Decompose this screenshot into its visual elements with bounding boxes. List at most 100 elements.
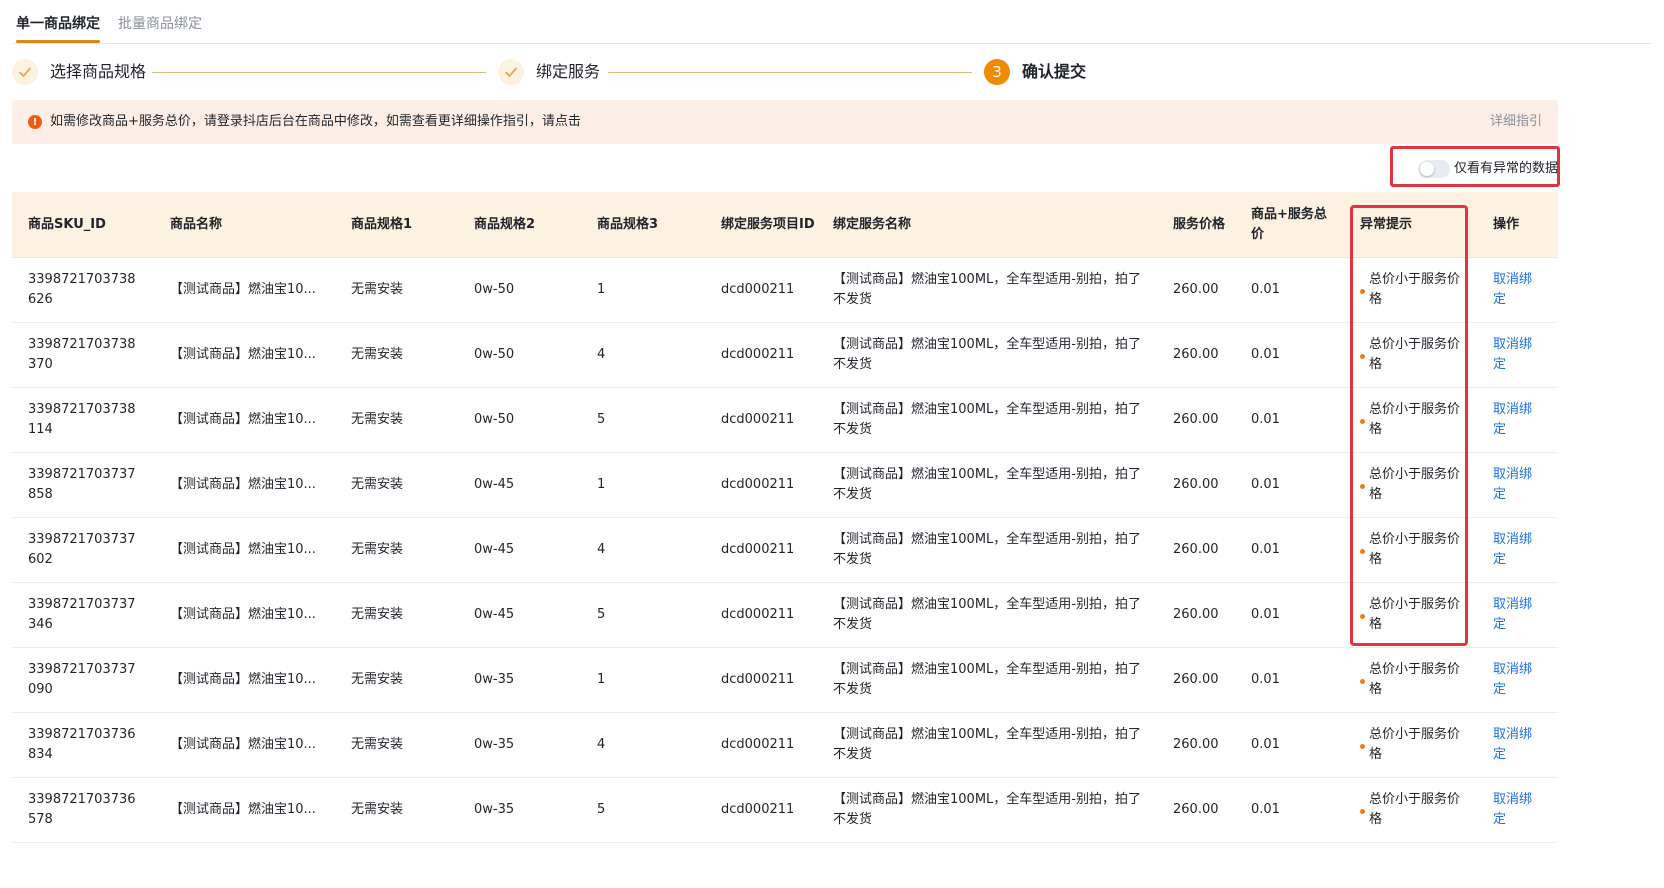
warning-dot-icon: [1360, 679, 1365, 684]
service-price-cell: 260.00: [1173, 607, 1219, 622]
spec3-cell: 5: [597, 412, 606, 427]
abnormal-only-toggle[interactable]: [1418, 160, 1450, 178]
warning-dot-icon: [1360, 744, 1365, 749]
tab-batch-product[interactable]: 批量商品绑定: [118, 15, 202, 33]
sku-cell: 3398721703737346: [28, 597, 136, 632]
warning-text: 总价小于服务价格: [1369, 532, 1461, 567]
warning-dot-icon: [1360, 809, 1365, 814]
abnormal-filter: 仅看有异常的数据: [1390, 146, 1560, 187]
warning-dot-icon: [1360, 289, 1365, 294]
table-row: 3398721703736578 【测试商品】燃油宝10... 无需安装 0w-35 5…: [12, 778, 1558, 843]
product-name-cell: 【测试商品】燃油宝10...: [170, 347, 316, 362]
unbind-link[interactable]: 取消绑定: [1493, 323, 1537, 387]
spec3-cell: 5: [597, 607, 606, 622]
unbind-link[interactable]: 取消绑定: [1493, 453, 1537, 517]
col-header-sku: 商品SKU_ID: [28, 217, 106, 232]
unbind-link[interactable]: 取消绑定: [1493, 583, 1537, 647]
service-price-cell: 260.00: [1173, 672, 1219, 687]
sku-cell: 3398721703738114: [28, 402, 136, 437]
step-3-number-badge: 3: [984, 59, 1010, 85]
col-header-spec1: 商品规格1: [351, 217, 413, 232]
warning-cell: 总价小于服务价格: [1360, 388, 1470, 452]
service-id-cell: dcd000211: [721, 737, 795, 752]
service-id-cell: dcd000211: [721, 477, 795, 492]
spec1-cell: 无需安装: [351, 607, 404, 622]
product-name-cell: 【测试商品】燃油宝10...: [170, 282, 316, 297]
sku-cell: 3398721703737602: [28, 532, 136, 567]
total-price-cell: 0.01: [1251, 607, 1280, 622]
spec2-cell: 0w-35: [474, 672, 515, 687]
unbind-link[interactable]: 取消绑定: [1493, 258, 1537, 322]
sku-cell: 3398721703736834: [28, 727, 136, 762]
spec2-cell: 0w-50: [474, 347, 515, 362]
step-connector: [608, 72, 972, 73]
binding-table: 商品SKU_ID 商品名称 商品规格1 商品规格2 商品规格3 绑定服务项目ID…: [12, 192, 1558, 888]
table-row: 3398721703736834 【测试商品】燃油宝10... 无需安装 0w-35 4…: [12, 713, 1558, 778]
abnormal-only-label: 仅看有异常的数据: [1454, 161, 1559, 176]
table-row: 3398721703737602 【测试商品】燃油宝10... 无需安装 0w-45 4…: [12, 518, 1558, 583]
spec2-cell: 0w-45: [474, 542, 515, 557]
product-name-cell: 【测试商品】燃油宝10...: [170, 737, 316, 752]
warning-cell: 总价小于服务价格: [1360, 518, 1470, 582]
warning-cell: 总价小于服务价格: [1360, 258, 1470, 322]
product-name-cell: 【测试商品】燃油宝10...: [170, 802, 316, 817]
step-2-label: 绑定服务: [536, 62, 601, 81]
service-name-cell: 【测试商品】燃油宝100ML，全车型适用-别拍，拍了不发货: [833, 272, 1141, 307]
warning-text: 总价小于服务价格: [1369, 402, 1461, 437]
detail-guide-link[interactable]: 详细指引: [1490, 113, 1542, 131]
warning-dot-icon: [1360, 419, 1365, 424]
spec2-cell: 0w-35: [474, 802, 515, 817]
warning-text: 总价小于服务价格: [1369, 792, 1461, 827]
total-price-cell: 0.01: [1251, 672, 1280, 687]
service-name-cell: 【测试商品】燃油宝100ML，全车型适用-别拍，拍了不发货: [833, 597, 1141, 632]
table-row: 3398721703738370 【测试商品】燃油宝10... 无需安装 0w-50 4…: [12, 323, 1558, 388]
service-name-cell: 【测试商品】燃油宝100ML，全车型适用-别拍，拍了不发货: [833, 402, 1141, 437]
warning-text: 总价小于服务价格: [1369, 662, 1461, 697]
service-id-cell: dcd000211: [721, 282, 795, 297]
alert-message: 如需修改商品+服务总价，请登录抖店后台在商品中修改，如需查看更详细操作指引，请点…: [50, 114, 581, 129]
service-id-cell: dcd000211: [721, 412, 795, 427]
sku-cell: 3398721703736578: [28, 792, 136, 827]
exclamation-icon: !: [28, 115, 42, 129]
total-price-cell: 0.01: [1251, 412, 1280, 427]
total-price-cell: 0.01: [1251, 542, 1280, 557]
service-price-cell: 260.00: [1173, 737, 1219, 752]
warning-cell: 总价小于服务价格: [1360, 583, 1470, 647]
product-name-cell: 【测试商品】燃油宝10...: [170, 412, 316, 427]
total-price-cell: 0.01: [1251, 347, 1280, 362]
spec1-cell: 无需安装: [351, 347, 404, 362]
col-header-action: 操作: [1493, 217, 1520, 232]
warning-text: 总价小于服务价格: [1369, 337, 1461, 372]
spec2-cell: 0w-50: [474, 412, 515, 427]
unbind-link[interactable]: 取消绑定: [1493, 388, 1537, 452]
spec3-cell: 4: [597, 542, 606, 557]
warning-cell: 总价小于服务价格: [1360, 778, 1470, 842]
unbind-link[interactable]: 取消绑定: [1493, 648, 1537, 712]
col-header-service-price: 服务价格: [1173, 217, 1226, 232]
active-tab-indicator: [16, 40, 100, 43]
service-id-cell: dcd000211: [721, 672, 795, 687]
service-name-cell: 【测试商品】燃油宝100ML，全车型适用-别拍，拍了不发货: [833, 467, 1141, 502]
spec2-cell: 0w-50: [474, 282, 515, 297]
service-name-cell: 【测试商品】燃油宝100ML，全车型适用-别拍，拍了不发货: [833, 662, 1141, 697]
service-price-cell: 260.00: [1173, 282, 1219, 297]
spec3-cell: 5: [597, 802, 606, 817]
tab-single-product[interactable]: 单一商品绑定: [16, 15, 100, 33]
step-connector: [152, 72, 486, 73]
warning-text: 总价小于服务价格: [1369, 467, 1461, 502]
table-row: 3398721703738626 【测试商品】燃油宝10... 无需安装 0w-50 1…: [12, 258, 1558, 323]
spec2-cell: 0w-45: [474, 477, 515, 492]
tab-bar: 单一商品绑定 批量商品绑定: [12, 0, 1652, 44]
service-id-cell: dcd000211: [721, 607, 795, 622]
unbind-link[interactable]: 取消绑定: [1493, 778, 1537, 842]
sku-cell: 3398721703738370: [28, 337, 136, 372]
unbind-link[interactable]: 取消绑定: [1493, 518, 1537, 582]
warning-cell: 总价小于服务价格: [1360, 453, 1470, 517]
table-row: 3398721703737346 【测试商品】燃油宝10... 无需安装 0w-45 5…: [12, 583, 1558, 648]
spec1-cell: 无需安装: [351, 282, 404, 297]
step-progress: 选择商品规格 绑定服务 3 确认提交: [12, 56, 1652, 88]
service-name-cell: 【测试商品】燃油宝100ML，全车型适用-别拍，拍了不发货: [833, 727, 1141, 762]
service-price-cell: 260.00: [1173, 542, 1219, 557]
unbind-link[interactable]: 取消绑定: [1493, 713, 1537, 777]
warning-cell: 总价小于服务价格: [1360, 648, 1470, 712]
